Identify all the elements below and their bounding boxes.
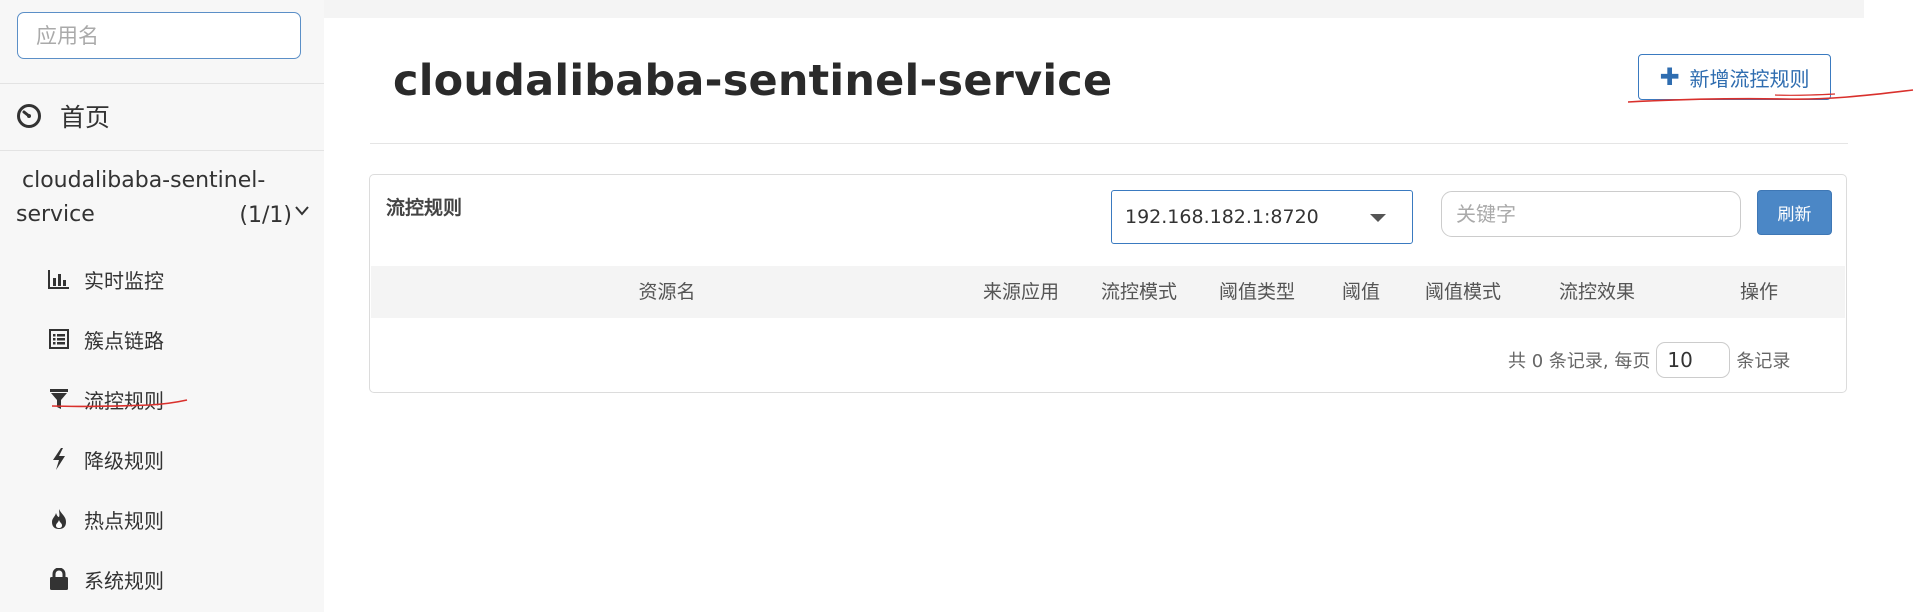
title-divider — [370, 143, 1848, 144]
sidebar-item-label: 系统规则 — [84, 568, 164, 593]
column-header-threshold: 阈值 — [1341, 281, 1381, 303]
panel-title: 流控规则 — [386, 197, 463, 219]
sidebar-item-label: 热点规则 — [84, 508, 164, 533]
sidebar-item-hotspot-rules[interactable]: 热点规则 — [48, 502, 164, 536]
sidebar-divider — [0, 150, 324, 151]
pager-suffix: 条记录 — [1736, 351, 1791, 372]
add-flow-rule-label: 新增流控规则 — [1689, 66, 1810, 91]
chevron-down-icon — [295, 206, 309, 216]
page-size-input[interactable] — [1656, 342, 1731, 378]
keyword-search-input[interactable] — [1441, 191, 1741, 237]
add-flow-rule-button[interactable]: ✚ 新增流控规则 — [1638, 54, 1831, 100]
column-header-threshold-type: 阈值类型 — [1218, 281, 1296, 303]
sidebar-item-flow-rules[interactable]: 流控规则 — [48, 382, 164, 416]
app-name-line1: cloudalibaba-sentinel- — [22, 168, 266, 193]
column-header-source-app: 来源应用 — [982, 281, 1060, 303]
sidebar-item-home[interactable]: 首页 — [16, 98, 110, 134]
pager-total: 共 0 条记录, 每页 — [1508, 351, 1651, 372]
caret-down-icon — [1370, 214, 1386, 222]
column-header-threshold-mode: 阈值模式 — [1424, 281, 1502, 303]
machine-select-value: 192.168.182.1:8720 — [1125, 206, 1319, 228]
bolt-icon — [48, 448, 70, 470]
column-header-flow-mode: 流控模式 — [1100, 281, 1178, 303]
lock-icon — [48, 568, 70, 590]
sidebar-item-degrade-rules[interactable]: 降级规则 — [48, 442, 164, 476]
sidebar-divider — [0, 83, 324, 84]
app-search-group: 搜索 — [17, 12, 301, 59]
app-instance-count: (1/1) — [239, 203, 292, 228]
sidebar-item-label: 流控规则 — [84, 388, 164, 413]
column-header-resource: 资源名 — [638, 281, 696, 303]
column-header-control-effect: 流控效果 — [1558, 281, 1636, 303]
pagination: 共 0 条记录, 每页 条记录 — [1508, 342, 1790, 378]
fire-icon — [48, 508, 70, 530]
flow-rules-panel: 流控规则 192.168.182.1:8720 刷新 资源名 来源应用 流控模式… — [369, 174, 1847, 393]
sidebar-item-cluster-link[interactable]: 簇点链路 — [48, 322, 164, 356]
sidebar-item-system-rules[interactable]: 系统规则 — [48, 562, 164, 596]
dashboard-icon — [17, 104, 41, 128]
sidebar-app-entry[interactable]: cloudalibaba-sentinel- service (1/1) — [16, 164, 309, 232]
list-icon — [48, 328, 70, 350]
column-header-actions: 操作 — [1739, 281, 1779, 303]
sidebar-item-label: 簇点链路 — [84, 328, 164, 353]
plus-icon: ✚ — [1659, 63, 1680, 91]
table-header-row: 资源名 来源应用 流控模式 阈值类型 阈值 阈值模式 流控效果 操作 — [371, 266, 1845, 318]
app-search-input[interactable] — [18, 13, 300, 58]
sidebar-item-label: 实时监控 — [84, 268, 164, 293]
sidebar-item-label: 首页 — [60, 103, 111, 132]
top-strip — [324, 0, 1864, 18]
refresh-button[interactable]: 刷新 — [1757, 190, 1832, 235]
page-title: cloudalibaba-sentinel-service — [393, 56, 1113, 106]
sidebar: 搜索 首页 cloudalibaba-sentinel- service (1/… — [0, 0, 324, 612]
sidebar-item-label: 降级规则 — [84, 448, 164, 473]
sidebar-item-realtime-monitor[interactable]: 实时监控 — [48, 262, 164, 296]
bar-chart-icon — [48, 268, 70, 290]
machine-select[interactable]: 192.168.182.1:8720 — [1111, 190, 1413, 244]
filter-icon — [48, 388, 70, 410]
